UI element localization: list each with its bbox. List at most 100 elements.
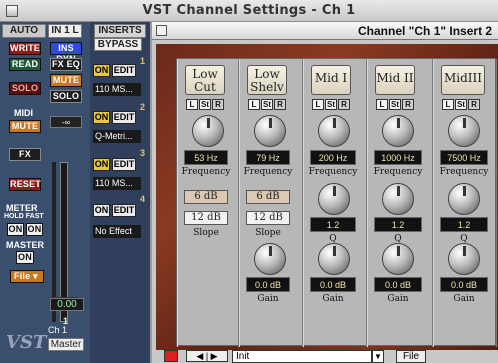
slot-3-on-toggle[interactable]: ON (93, 158, 110, 171)
fx-button[interactable]: FX (9, 148, 41, 161)
write-button[interactable]: WRITE (9, 42, 41, 55)
master-on-toggle[interactable]: ON (16, 251, 34, 264)
stereo-button[interactable]: St (261, 99, 273, 110)
left-button[interactable]: L (248, 99, 260, 110)
reset-button[interactable]: RESET (9, 178, 41, 191)
low-shelf-slope-12db[interactable]: 12 dB (246, 211, 290, 225)
plugin-bottom-bar: ◀ | ▶ Init ▼ File (152, 350, 498, 363)
mid-2-freq-knob[interactable] (382, 115, 414, 147)
mid-1-gain-label: Gain (322, 294, 344, 304)
mid-1-gain-knob[interactable] (318, 243, 350, 275)
preset-nav-arrows-icon[interactable]: ◀ | ▶ (186, 350, 228, 362)
low-cut-button[interactable]: Low Cut (185, 65, 225, 95)
mid-3-freq-knob[interactable] (448, 115, 480, 147)
low-shelf-freq-label: Frequency (243, 167, 293, 177)
mid-1-button[interactable]: Mid I (311, 65, 351, 95)
mid-1-freq-knob[interactable] (318, 115, 350, 147)
mid-3-q-knob[interactable] (448, 183, 480, 215)
right-button[interactable]: R (402, 99, 414, 110)
meter-hold-toggle[interactable]: ON (7, 223, 24, 236)
band-low-shelf: Low Shelv L St R 79 Hz Frequency 6 dB 12 dB… (239, 59, 303, 347)
low-shelf-slope-label: Slope (255, 228, 281, 238)
record-indicator-icon[interactable] (164, 350, 178, 362)
slot-1-on-toggle[interactable]: ON (93, 64, 110, 77)
mid-3-q-readout: 1.2 (440, 217, 488, 232)
mid-1-freq-label: Frequency (308, 167, 358, 177)
mid-2-q-readout: 1.2 (374, 217, 422, 232)
mute-small-button[interactable]: MUTE (50, 74, 82, 87)
low-shelf-gain-label: Gain (257, 294, 279, 304)
slot-4-on-toggle[interactable]: ON (93, 204, 110, 217)
fx-eq-button[interactable]: FX EQ (50, 58, 82, 71)
low-shelf-gain-knob[interactable] (254, 243, 286, 275)
low-cut-freq-readout: 53 Hz (184, 150, 228, 165)
fader-value-display: 0.00 (50, 298, 84, 311)
plugin-file-button[interactable]: File (396, 350, 426, 363)
mid-3-button[interactable]: MidIII (441, 65, 485, 95)
eq-panel: Low Cut L St R 53 Hz Frequency 6 dB 12 dB S… (176, 58, 497, 347)
meter-fast-toggle[interactable]: ON (26, 223, 43, 236)
bypass-button[interactable]: BYPASS (94, 38, 142, 51)
band-low-cut: Low Cut L St R 53 Hz Frequency 6 dB 12 dB S… (177, 59, 239, 347)
right-button[interactable]: R (468, 99, 480, 110)
slot-2-edit-button[interactable]: EDIT (112, 111, 136, 124)
slot-4-effect-name[interactable]: No Effect (93, 225, 141, 238)
mid-2-gain-readout: 0.0 dB (374, 277, 422, 292)
preset-name-field[interactable]: Init (232, 350, 372, 363)
slot-2-on-toggle[interactable]: ON (93, 111, 110, 124)
mid-1-q-readout: 1.2 (310, 217, 356, 232)
right-button[interactable]: R (212, 99, 224, 110)
slot-1-number: 1 (140, 56, 146, 66)
file-menu[interactable]: File ▾ (10, 270, 44, 283)
low-cut-freq-knob[interactable] (192, 115, 224, 147)
left-button[interactable]: L (312, 99, 324, 110)
mid-3-gain-knob[interactable] (448, 243, 480, 275)
low-shelf-freq-readout: 79 Hz (246, 150, 290, 165)
input-select[interactable]: IN 1 L (48, 24, 82, 38)
hold-fast-label: HOLD FAST (4, 213, 44, 220)
low-shelf-slope-6db[interactable]: 6 dB (246, 190, 290, 204)
slot-4-edit-button[interactable]: EDIT (112, 204, 136, 217)
midi-mute-button[interactable]: MUTE (9, 120, 41, 133)
left-button[interactable]: L (442, 99, 454, 110)
solo-top-button[interactable]: SOLO (9, 82, 41, 95)
stereo-button[interactable]: St (389, 99, 401, 110)
solo-button[interactable]: SOLO (50, 90, 82, 103)
slot-3-effect-name[interactable]: 110 MS... (93, 177, 141, 190)
read-button[interactable]: READ (9, 58, 41, 71)
slot-3-edit-button[interactable]: EDIT (112, 158, 136, 171)
close-box-icon[interactable] (6, 5, 18, 17)
slot-1-effect-name[interactable]: 110 MS... (93, 83, 141, 96)
midi-label: MIDI (14, 108, 33, 118)
mid-2-gain-knob[interactable] (382, 243, 414, 275)
low-shelf-freq-knob[interactable] (254, 115, 286, 147)
right-button[interactable]: R (338, 99, 350, 110)
slot-2-effect-name[interactable]: Q-Metri... (93, 130, 141, 143)
low-shelf-button[interactable]: Low Shelv (247, 65, 287, 95)
low-cut-channel-select: L St R (186, 99, 224, 110)
low-cut-slope-label: Slope (193, 228, 219, 238)
low-cut-slope-12db[interactable]: 12 dB (184, 211, 228, 225)
low-shelf-name-2: Shelv (250, 80, 284, 94)
left-button[interactable]: L (376, 99, 388, 110)
stereo-button[interactable]: St (455, 99, 467, 110)
stereo-button[interactable]: St (325, 99, 337, 110)
mid-2-q-knob[interactable] (382, 183, 414, 215)
mid-1-q-knob[interactable] (318, 183, 350, 215)
slot-4-number: 4 (140, 194, 146, 204)
right-button[interactable]: R (274, 99, 286, 110)
left-button[interactable]: L (186, 99, 198, 110)
slot-1-edit-button[interactable]: EDIT (112, 64, 136, 77)
ins-dyn-button[interactable]: INS DYN (50, 42, 82, 64)
plugin-close-icon[interactable] (156, 25, 167, 36)
mid-2-button[interactable]: Mid II (375, 65, 415, 95)
mid-1-gain-readout: 0.0 dB (310, 277, 356, 292)
stereo-button[interactable]: St (199, 99, 211, 110)
window-title: VST Channel Settings - Ch 1 (142, 3, 356, 18)
preset-dropdown-icon[interactable]: ▼ (372, 350, 384, 363)
output-bus-select[interactable]: Master (48, 338, 84, 351)
low-shelf-gain-readout: 0.0 dB (246, 277, 290, 292)
chevron-down-icon: ▾ (30, 271, 38, 281)
low-cut-slope-6db[interactable]: 6 dB (184, 190, 228, 204)
inserts-header: INSERTS (94, 24, 146, 38)
